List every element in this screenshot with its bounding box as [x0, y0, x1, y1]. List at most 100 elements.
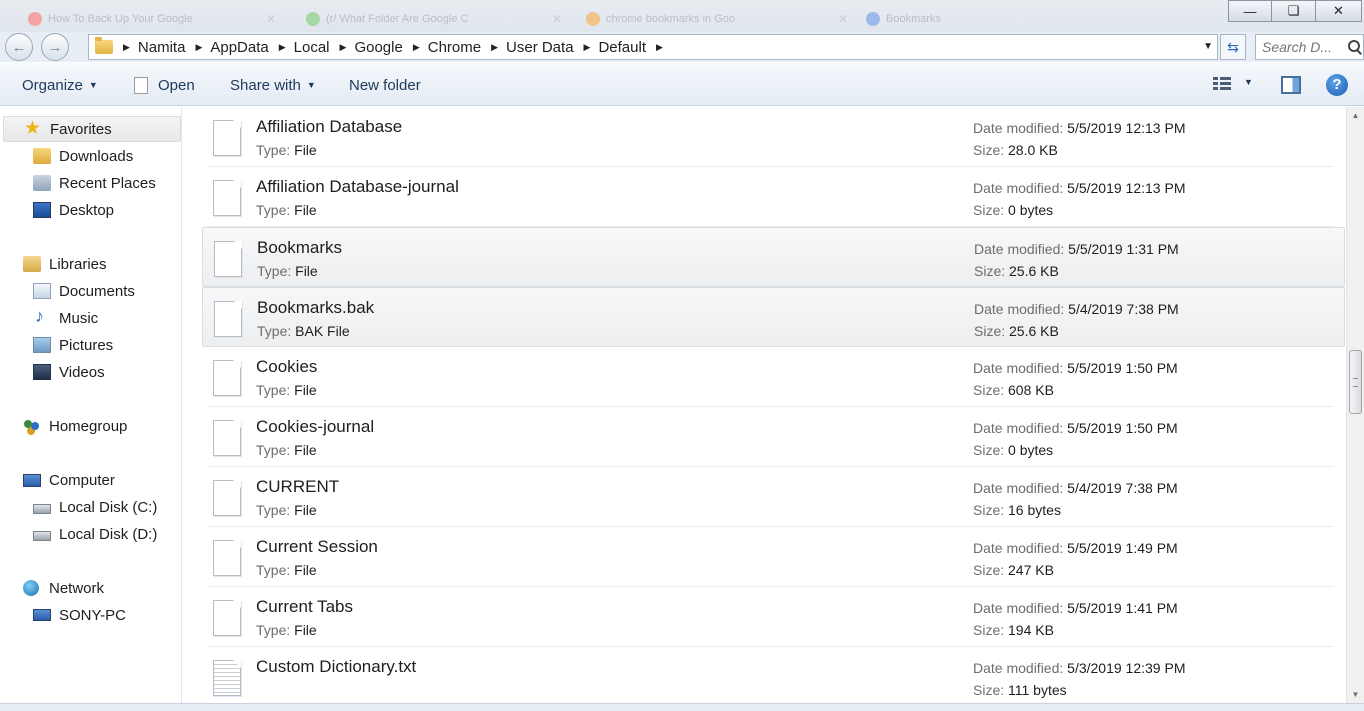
open-button[interactable]: Open — [134, 63, 195, 107]
file-row[interactable]: CURRENT Type: File Date modified: 5/4/20… — [207, 467, 1334, 527]
change-view-icon[interactable] — [1213, 77, 1231, 93]
search-box[interactable] — [1255, 34, 1364, 60]
document-icon — [134, 76, 148, 94]
tab-favicon — [28, 12, 42, 26]
search-input[interactable] — [1262, 39, 1346, 55]
forward-button[interactable]: → — [41, 33, 69, 61]
nav-favorites[interactable]: Favorites — [3, 116, 181, 142]
refresh-button[interactable]: ⇆ — [1220, 34, 1246, 60]
browser-tab[interactable]: (r/ What Folder Are Google C ✕ — [296, 6, 566, 32]
text-file-icon — [213, 660, 241, 696]
browser-tab[interactable]: How To Back Up Your Google ✕ — [18, 6, 280, 32]
nav-libraries[interactable]: Libraries — [23, 251, 107, 277]
tab-close-icon[interactable]: ✕ — [552, 6, 562, 32]
nav-network[interactable]: Network — [23, 575, 104, 601]
breadcrumb-default[interactable]: Default — [598, 39, 646, 56]
search-icon[interactable] — [1348, 40, 1362, 54]
maximize-button[interactable]: ❏ — [1272, 0, 1316, 22]
file-type: Type: File — [256, 622, 317, 638]
breadcrumb-chrome[interactable]: Chrome — [428, 39, 481, 56]
nav-videos[interactable]: Videos — [33, 359, 105, 385]
new-folder-button[interactable]: New folder — [349, 63, 421, 107]
scrollbar-thumb[interactable] — [1349, 350, 1362, 414]
nav-documents[interactable]: Documents — [33, 278, 135, 304]
tab-close-icon[interactable]: ✕ — [266, 6, 276, 32]
scroll-down-arrow-icon[interactable]: ▼ — [1347, 686, 1364, 703]
documents-icon — [33, 283, 51, 299]
size-label: Size: — [973, 682, 1005, 698]
file-date: Date modified: 5/5/2019 1:41 PM — [973, 600, 1178, 616]
close-button[interactable]: ✕ — [1316, 0, 1362, 22]
minimize-button[interactable]: — — [1228, 0, 1272, 22]
view-options-chevron-icon[interactable]: ▼ — [1244, 77, 1253, 87]
nav-local-disk-d[interactable]: Local Disk (D:) — [33, 521, 157, 547]
file-row[interactable]: Affiliation Database-journal Type: File … — [207, 167, 1334, 227]
file-row[interactable]: Custom Dictionary.txt Date modified: 5/3… — [207, 647, 1334, 703]
nav-label: SONY-PC — [59, 606, 126, 624]
breadcrumb-separator-icon[interactable]: ▶ — [195, 42, 202, 53]
breadcrumb-separator-icon[interactable]: ▶ — [491, 42, 498, 53]
nav-local-disk-c[interactable]: Local Disk (C:) — [33, 494, 157, 520]
preview-pane-icon[interactable] — [1281, 76, 1301, 94]
vertical-scrollbar[interactable]: ▲ ▼ — [1346, 107, 1364, 703]
network-icon — [23, 580, 41, 596]
nav-music[interactable]: Music — [33, 305, 98, 331]
nav-pictures[interactable]: Pictures — [33, 332, 113, 358]
details-pane — [0, 703, 1364, 711]
file-date: Date modified: 5/5/2019 1:50 PM — [973, 360, 1178, 376]
file-row[interactable]: Bookmarks.bak Type: BAK File Date modifi… — [202, 287, 1345, 347]
nav-desktop[interactable]: Desktop — [33, 197, 114, 223]
breadcrumb-separator-icon[interactable]: ▶ — [340, 42, 347, 53]
back-arrow-icon: ← — [11, 38, 27, 56]
breadcrumb-appdata[interactable]: AppData — [210, 39, 268, 56]
address-bar[interactable]: ▶ Namita ▶ AppData ▶ Local ▶ Google ▶ Ch… — [88, 34, 1218, 60]
breadcrumb-separator-icon[interactable]: ▶ — [279, 42, 286, 53]
nav-computer[interactable]: Computer — [23, 467, 115, 493]
share-with-button[interactable]: Share with ▼ — [230, 63, 316, 107]
file-name: Current Session — [256, 537, 378, 556]
window-controls: — ❏ ✕ — [1228, 0, 1362, 22]
nav-recent-places[interactable]: Recent Places — [33, 170, 156, 196]
file-type-value: File — [294, 562, 317, 578]
nav-label: Libraries — [49, 255, 107, 273]
nav-sony-pc[interactable]: SONY-PC — [33, 602, 126, 628]
file-row[interactable]: Affiliation Database Type: File Date mod… — [207, 107, 1334, 167]
nav-downloads[interactable]: Downloads — [33, 143, 133, 169]
breadcrumb-google[interactable]: Google — [354, 39, 402, 56]
nav-label: Network — [49, 579, 105, 597]
scroll-up-arrow-icon[interactable]: ▲ — [1347, 107, 1364, 124]
breadcrumb-separator-icon[interactable]: ▶ — [584, 42, 591, 53]
file-name: Current Tabs — [256, 597, 354, 616]
file-row[interactable]: Current Session Type: File Date modified… — [207, 527, 1334, 587]
organize-button[interactable]: Organize ▼ — [22, 63, 98, 107]
file-row[interactable]: Current Tabs Type: File Date modified: 5… — [207, 587, 1334, 647]
breadcrumb-separator-icon[interactable]: ▶ — [656, 42, 663, 53]
help-icon[interactable]: ? — [1326, 74, 1348, 96]
file-type: Type: File — [256, 142, 317, 158]
chevron-down-icon: ▼ — [306, 80, 316, 90]
file-date-value: 5/3/2019 12:39 PM — [1067, 660, 1186, 676]
file-row[interactable]: Bookmarks Type: File Date modified: 5/5/… — [202, 227, 1345, 287]
file-size: Size: 25.6 KB — [974, 323, 1059, 339]
size-label: Size: — [973, 502, 1005, 518]
back-button[interactable]: ← — [5, 33, 33, 61]
breadcrumb-user-data[interactable]: User Data — [506, 39, 574, 56]
browser-tab[interactable]: chrome bookmarks in Goo ✕ — [576, 6, 852, 32]
breadcrumb-namita[interactable]: Namita — [138, 39, 186, 56]
file-type: Type: File — [256, 382, 317, 398]
file-type-value: File — [294, 502, 317, 518]
size-label: Size: — [973, 382, 1005, 398]
breadcrumb-separator-icon[interactable]: ▶ — [413, 42, 420, 53]
file-row[interactable]: Cookies Type: File Date modified: 5/5/20… — [207, 347, 1334, 407]
file-row[interactable]: Cookies-journal Type: File Date modified… — [207, 407, 1334, 467]
address-history-dropdown-icon[interactable]: ▼ — [1203, 41, 1213, 52]
browser-tab[interactable]: Bookmarks — [856, 6, 1076, 32]
breadcrumb-local[interactable]: Local — [294, 39, 330, 56]
file-size-value: 111 bytes — [1008, 682, 1067, 698]
tab-title: (r/ What Folder Are Google C — [326, 13, 469, 25]
close-icon: ✕ — [1333, 3, 1344, 18]
restore-icon: ❏ — [1287, 3, 1300, 18]
breadcrumb-separator-icon[interactable]: ▶ — [123, 42, 130, 53]
tab-close-icon[interactable]: ✕ — [838, 6, 848, 32]
nav-homegroup[interactable]: Homegroup — [23, 413, 127, 439]
